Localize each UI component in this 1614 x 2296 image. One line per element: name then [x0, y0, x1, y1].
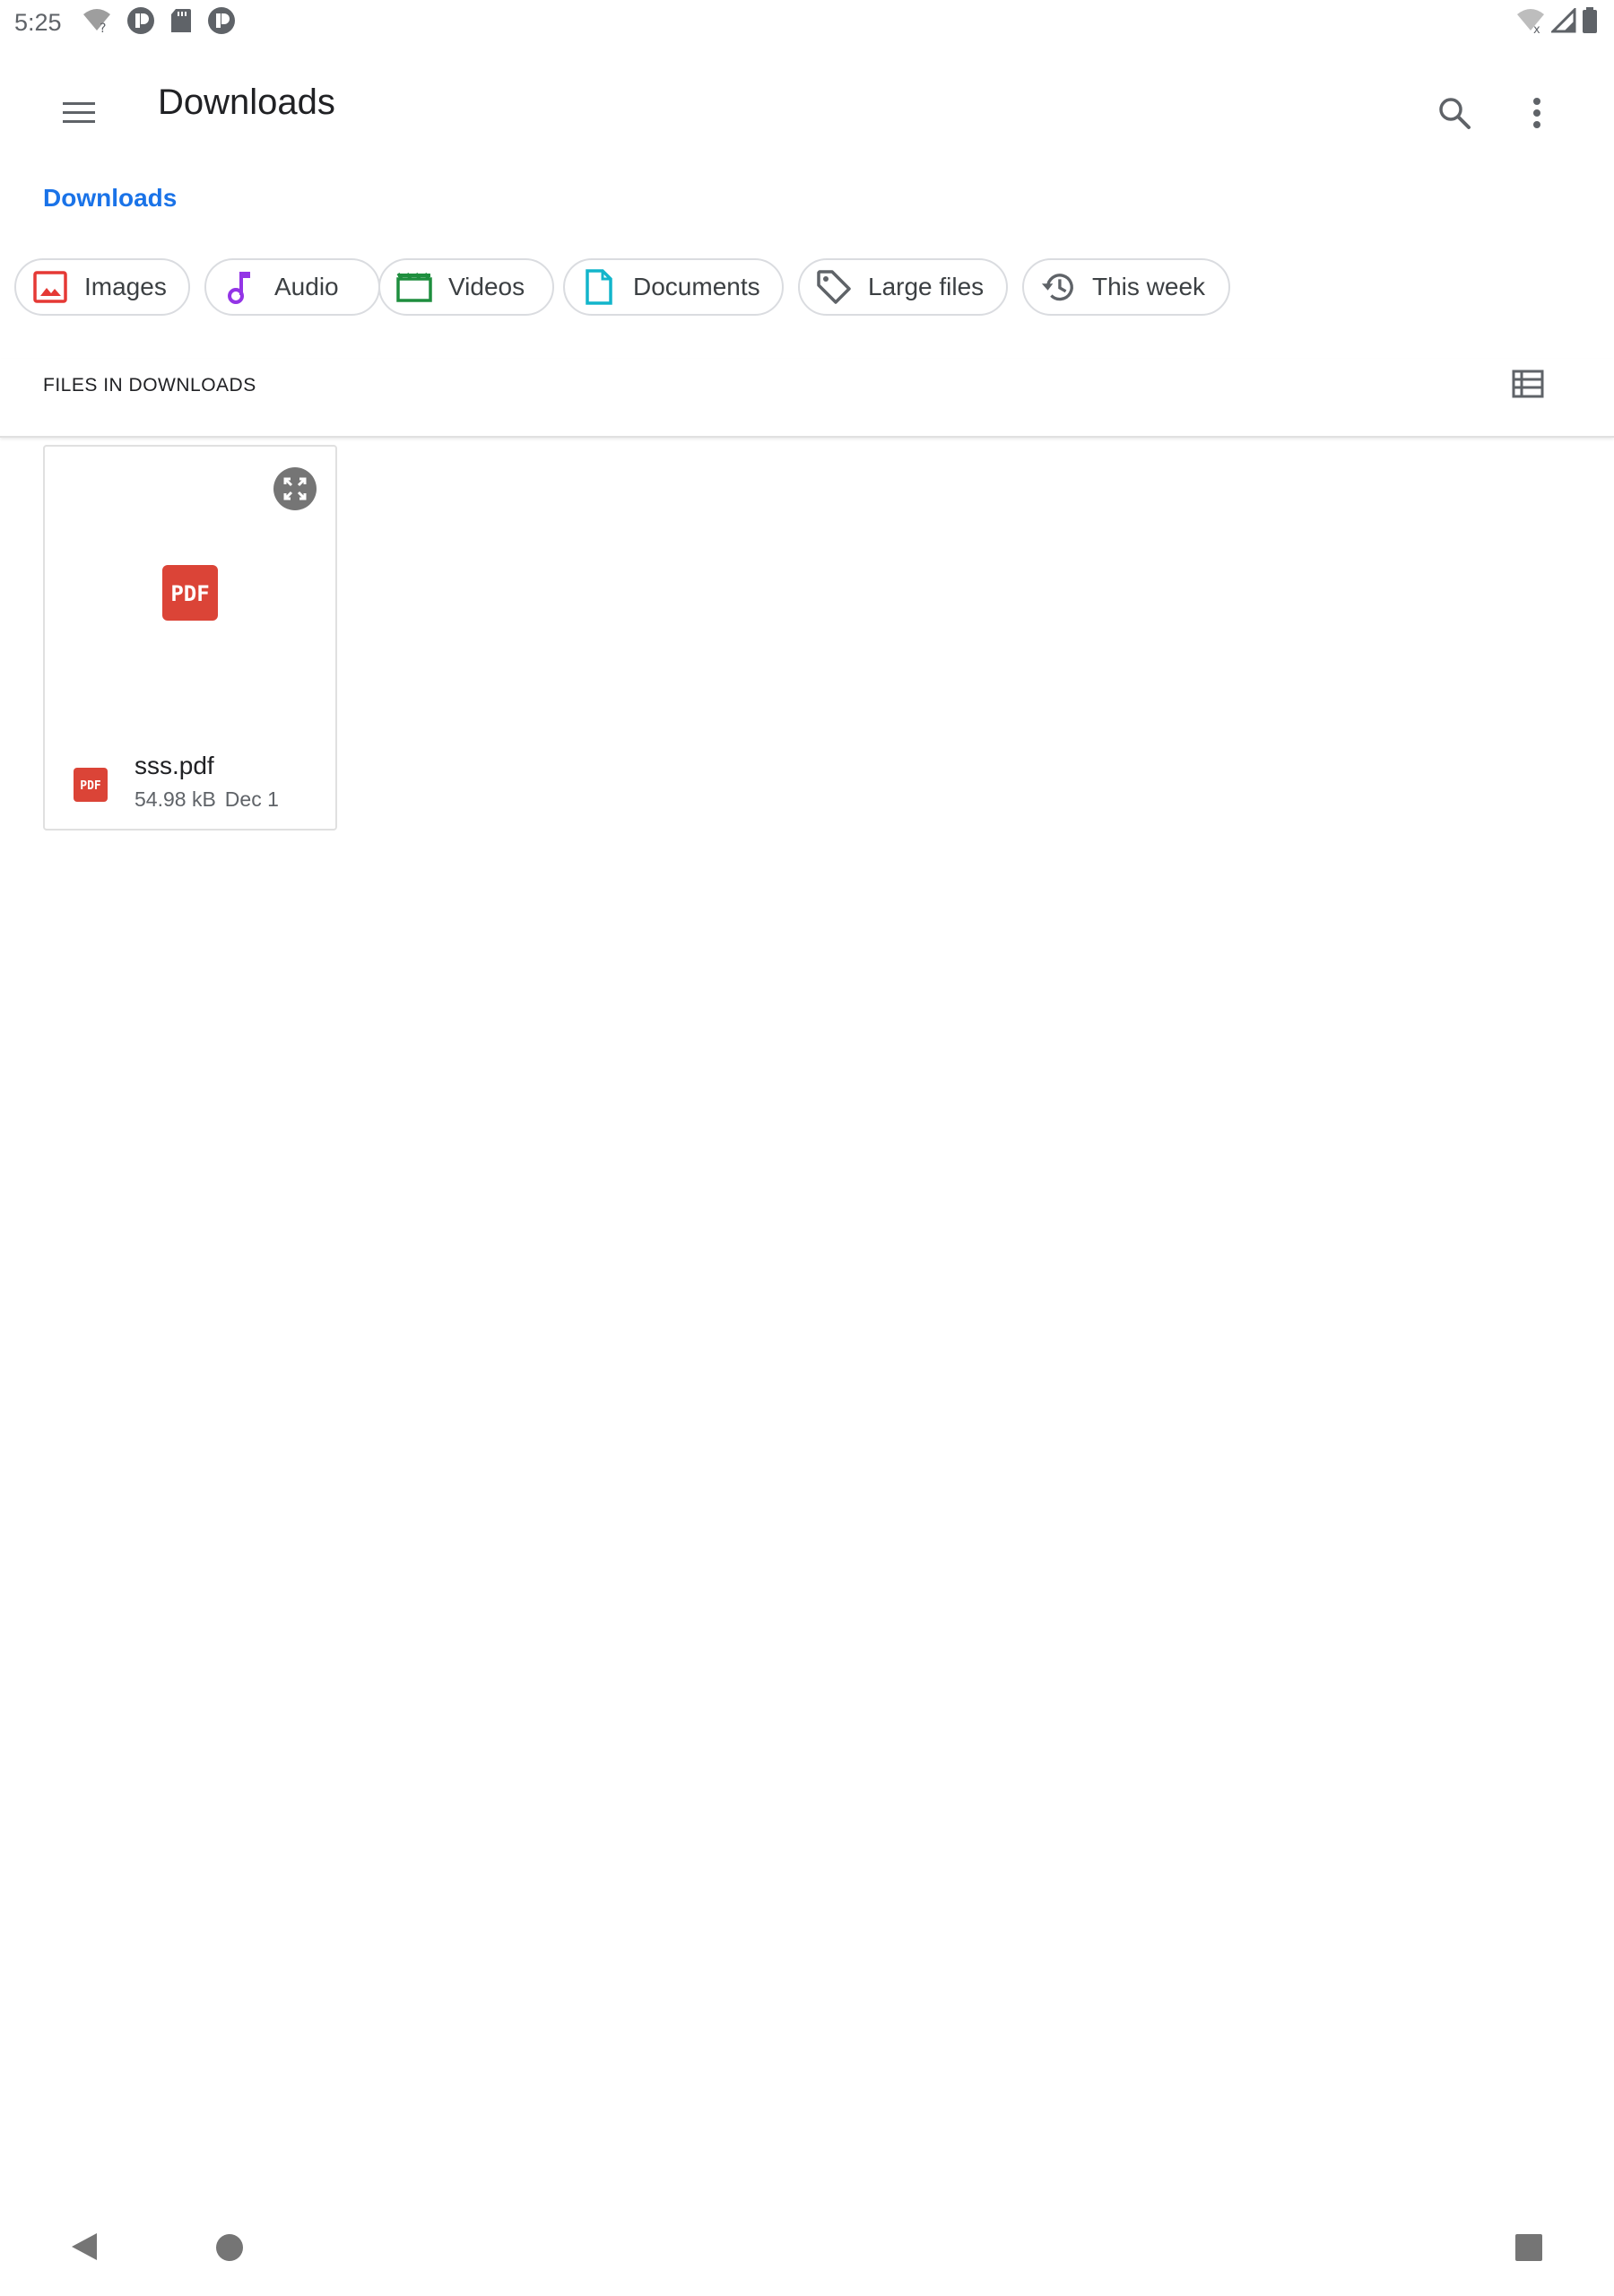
pdf-icon-text: PDF: [80, 779, 101, 793]
chip-images[interactable]: Images: [14, 258, 190, 316]
sd-card-icon: [169, 7, 193, 39]
breadcrumb-root[interactable]: Downloads: [43, 184, 177, 212]
chip-label: Documents: [633, 273, 760, 300]
file-card[interactable]: PDF PDF sss.pdf 54.98 kB Dec 1: [43, 445, 337, 831]
pdf-icon: PDF: [74, 768, 108, 802]
chip-videos[interactable]: Videos: [378, 258, 554, 316]
wifi-question-icon: ?: [82, 7, 112, 39]
file-card-footer: PDF sss.pdf 54.98 kB Dec 1: [45, 752, 335, 823]
history-icon: [1040, 269, 1076, 305]
file-name: sss.pdf: [134, 752, 214, 779]
chip-label: Audio: [274, 273, 339, 300]
image-icon: [32, 269, 68, 305]
pdf-thumbnail: PDF: [162, 565, 218, 621]
chip-label: Large files: [868, 273, 985, 300]
pdf-thumbnail-text: PDF: [170, 581, 209, 606]
cell-signal-icon: [1549, 6, 1576, 38]
status-bar: 5:25 ? x: [0, 0, 1614, 45]
more-vert-icon[interactable]: [1497, 74, 1576, 152]
svg-text:x: x: [1533, 23, 1540, 34]
file-size: 54.98 kB: [134, 787, 216, 811]
breadcrumb[interactable]: Downloads: [43, 184, 177, 213]
svg-text:?: ?: [100, 22, 106, 34]
chip-documents[interactable]: Documents: [563, 258, 784, 316]
chip-this-week[interactable]: This week: [1022, 258, 1230, 316]
top-app-bar: Downloads: [0, 56, 1614, 145]
battery-icon: [1582, 7, 1598, 39]
expand-preview-icon[interactable]: [273, 466, 317, 511]
wifi-off-icon: x: [1515, 7, 1546, 39]
chip-audio[interactable]: Audio: [204, 258, 380, 316]
file-meta: 54.98 kB Dec 1: [134, 787, 279, 812]
section-title: FILES IN DOWNLOADS: [43, 375, 256, 396]
document-icon: [581, 269, 617, 305]
movie-icon: [396, 269, 432, 305]
chip-label: Videos: [448, 273, 525, 300]
back-icon[interactable]: [66, 2224, 102, 2269]
chip-label: This week: [1092, 273, 1206, 300]
notification-app-icon: [126, 6, 155, 39]
list-view-icon[interactable]: [1499, 359, 1557, 409]
home-icon[interactable]: [212, 2230, 247, 2266]
label-tag-icon: [816, 269, 852, 305]
navigation-bar: [0, 2206, 1614, 2296]
section-header: FILES IN DOWNLOADS: [0, 359, 1614, 438]
status-time: 5:25: [14, 8, 62, 36]
recents-icon[interactable]: [1511, 2230, 1547, 2266]
search-icon[interactable]: [1415, 74, 1494, 152]
notification-app-icon: [207, 6, 236, 39]
page-title: Downloads: [158, 83, 335, 122]
music-note-icon: [222, 269, 258, 305]
hamburger-menu-icon[interactable]: [39, 74, 118, 152]
chip-label: Images: [84, 273, 167, 300]
chip-large-files[interactable]: Large files: [798, 258, 1008, 316]
file-date: Dec 1: [224, 787, 279, 811]
file-preview[interactable]: PDF: [45, 447, 335, 716]
